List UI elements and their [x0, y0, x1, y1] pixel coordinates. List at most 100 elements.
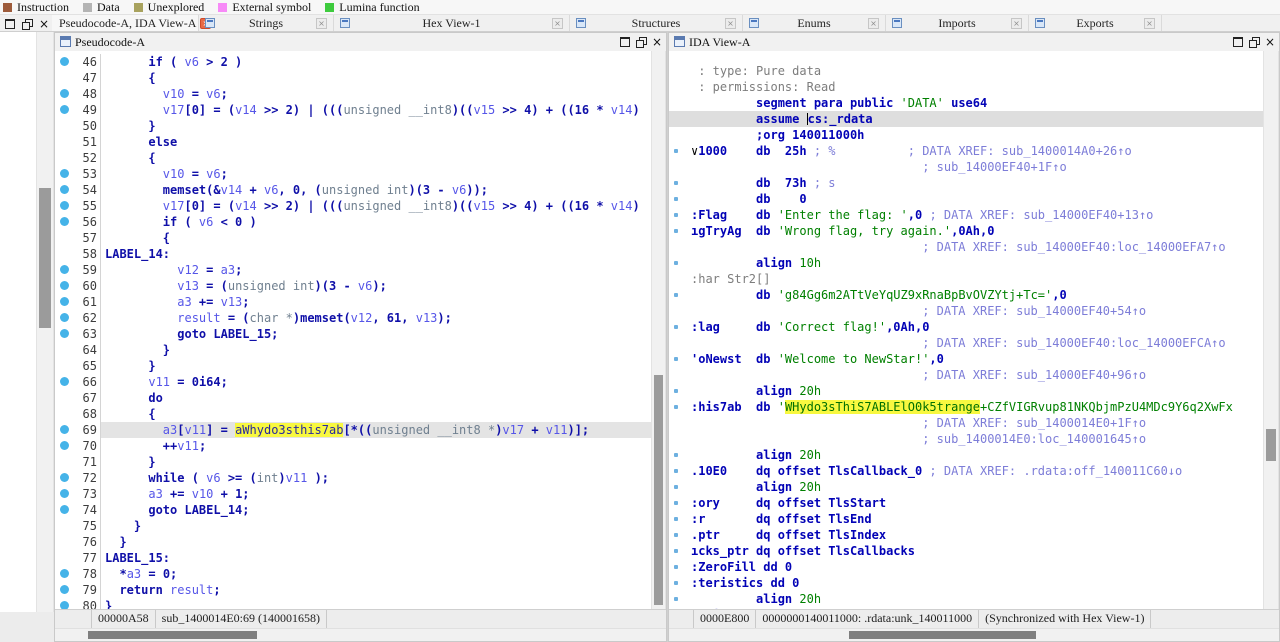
code-line: 52 { — [55, 150, 651, 166]
code-line: 53 v10 = v6; — [55, 166, 651, 182]
line-number: 58 — [75, 246, 100, 262]
breakpoint-gutter — [55, 582, 75, 598]
maximize-icon[interactable] — [1233, 37, 1243, 47]
code-line: 54 memset(&v14 + v6, 0, (unsigned int)(3… — [55, 182, 651, 198]
line-number: 61 — [75, 294, 100, 310]
data-marker-icon — [674, 405, 678, 409]
asm-line: segment para public 'DATA' use64 — [669, 95, 1263, 111]
breakpoint-gutter — [55, 310, 75, 326]
line-number: 47 — [75, 70, 100, 86]
horizontal-scrollbar-thumb[interactable] — [849, 631, 1036, 639]
code-text: { — [100, 406, 651, 422]
tab-close-icon[interactable]: × — [1144, 18, 1155, 29]
tab-close-icon[interactable]: × — [552, 18, 563, 29]
tab-exports[interactable]: Exports× — [1029, 15, 1162, 31]
tab-close-icon[interactable]: × — [725, 18, 736, 29]
ida-view-pane-icon — [674, 36, 685, 47]
code-text: { — [100, 150, 651, 166]
code-line: 50 } — [55, 118, 651, 134]
breakpoint-gutter — [55, 470, 75, 486]
tab-hex-view-1[interactable]: Hex View-1× — [334, 15, 570, 31]
asm-line: .10E0 dq offset TlsCallback_0 ; DATA XRE… — [669, 463, 1263, 479]
data-marker-icon — [674, 469, 678, 473]
pseudocode-vertical-scrollbar[interactable] — [651, 51, 666, 610]
asm-line: align 20h — [669, 447, 1263, 463]
line-number: 50 — [75, 118, 100, 134]
float-window-icon[interactable] — [636, 37, 646, 47]
tab-close-icon[interactable]: × — [1011, 18, 1022, 29]
vertical-scrollbar-thumb[interactable] — [654, 375, 663, 605]
data-marker-icon — [674, 229, 678, 233]
tab-strip: Pseudocode-A, IDA View-A×Strings×Hex Vie… — [52, 15, 1162, 31]
tab-enums[interactable]: Enums× — [743, 15, 886, 31]
maximize-icon[interactable] — [620, 37, 630, 47]
tab-structures[interactable]: Structures× — [570, 15, 743, 31]
ida-view-pane: IDA View-A × : type: Pure data : permiss… — [668, 32, 1280, 642]
asm-line: :ZeroFill dd 0 — [669, 559, 1263, 575]
line-number: 51 — [75, 134, 100, 150]
code-line: 79 return result; — [55, 582, 651, 598]
close-icon[interactable]: × — [652, 37, 662, 47]
line-number: 53 — [75, 166, 100, 182]
tab-close-icon[interactable]: × — [868, 18, 879, 29]
line-number: 74 — [75, 502, 100, 518]
code-text: a3 += v13; — [100, 294, 651, 310]
code-line: 57 { — [55, 230, 651, 246]
vertical-scrollbar-thumb[interactable] — [39, 188, 51, 328]
tab-strings[interactable]: Strings× — [199, 15, 334, 31]
code-text: LABEL_15: — [100, 550, 651, 566]
pseudocode-titlebar: Pseudocode-A × — [55, 33, 666, 52]
line-number: 73 — [75, 486, 100, 502]
asm-line: align 20h — [669, 479, 1263, 495]
tab-close-icon[interactable]: × — [316, 18, 327, 29]
code-text: if ( v6 > 2 ) — [100, 54, 651, 70]
code-line: 47 { — [55, 70, 651, 86]
legend-swatch-icon — [325, 3, 334, 12]
float-window-icon[interactable] — [1249, 37, 1259, 47]
ida-view-vertical-scrollbar[interactable] — [1263, 51, 1279, 610]
pseudocode-horizontal-scrollbar[interactable] — [55, 628, 666, 641]
code-line: 46 if ( v6 > 2 ) — [55, 54, 651, 70]
code-line: 64 } — [55, 342, 651, 358]
asm-line: :r dq offset TlsEnd — [669, 511, 1263, 527]
tab-pseudocode-a-ida-view-a[interactable]: Pseudocode-A, IDA View-A× — [52, 15, 199, 31]
data-marker-icon — [674, 149, 678, 153]
breakpoint-gutter — [55, 486, 75, 502]
address-dot-icon — [60, 473, 69, 482]
tab-imports[interactable]: Imports× — [886, 15, 1029, 31]
disassembly-lines: : type: Pure data : permissions: Read se… — [669, 51, 1263, 610]
code-line: 68 { — [55, 406, 651, 422]
line-number: 64 — [75, 342, 100, 358]
data-marker-icon — [674, 181, 678, 185]
breakpoint-gutter — [55, 518, 75, 534]
close-icon[interactable]: × — [1265, 37, 1275, 47]
line-number: 79 — [75, 582, 100, 598]
horizontal-scrollbar-thumb[interactable] — [88, 631, 257, 639]
line-number: 60 — [75, 278, 100, 294]
asm-line: align 10h — [669, 255, 1263, 271]
close-icon[interactable]: × — [39, 19, 49, 29]
vertical-scrollbar-thumb[interactable] — [1266, 429, 1276, 461]
line-number: 65 — [75, 358, 100, 374]
outer-vertical-scrollbar[interactable] — [36, 32, 54, 642]
code-text: v17[0] = (v14 >> 2) | (((unsigned __int8… — [100, 198, 651, 214]
asm-line: db 73h ; s — [669, 175, 1263, 191]
breakpoint-gutter — [55, 150, 75, 166]
code-text: a3 += v10 + 1; — [100, 486, 651, 502]
line-number: 71 — [75, 454, 100, 470]
maximize-icon[interactable] — [5, 19, 15, 29]
legend-label: Lumina function — [339, 0, 419, 15]
address-dot-icon — [60, 281, 69, 290]
breakpoint-gutter — [55, 390, 75, 406]
data-marker-icon — [674, 357, 678, 361]
breakpoint-gutter — [55, 342, 75, 358]
breakpoint-gutter — [55, 534, 75, 550]
line-number: 46 — [75, 54, 100, 70]
data-marker-icon — [674, 501, 678, 505]
code-line: 56 if ( v6 < 0 ) — [55, 214, 651, 230]
float-window-icon[interactable] — [22, 19, 32, 29]
breakpoint-gutter — [55, 406, 75, 422]
ida-view-horizontal-scrollbar[interactable] — [669, 628, 1279, 641]
tab-label: Strings — [199, 15, 333, 31]
asm-line: :Flag db 'Enter the flag: ',0 ; DATA XRE… — [669, 207, 1263, 223]
